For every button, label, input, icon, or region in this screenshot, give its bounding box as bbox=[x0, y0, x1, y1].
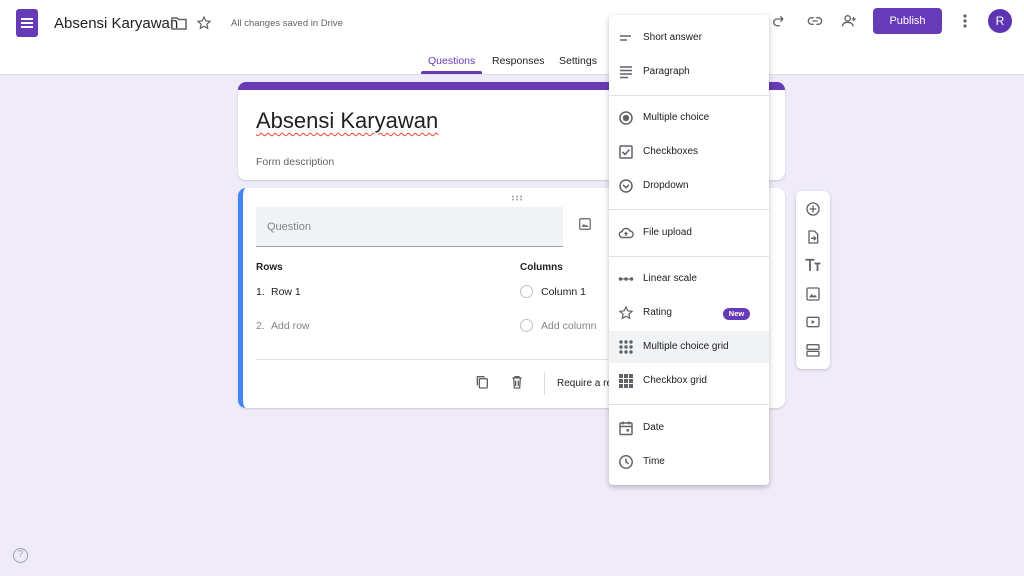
menu-item-label: Rating bbox=[643, 307, 672, 318]
top-bar: Absensi Karyawan All changes saved in Dr… bbox=[0, 0, 1024, 75]
row-index: 1. bbox=[256, 286, 265, 298]
menu-item-label: Multiple choice grid bbox=[643, 341, 729, 352]
menu-item-checkboxes[interactable]: Checkboxes bbox=[609, 136, 769, 168]
question-input[interactable]: Question bbox=[256, 207, 563, 247]
forms-logo-icon[interactable] bbox=[16, 9, 38, 37]
menu-divider bbox=[609, 95, 769, 96]
linear-scale-icon bbox=[618, 277, 634, 281]
menu-item-linear-scale[interactable]: Linear scale bbox=[609, 263, 769, 295]
menu-item-dropdown[interactable]: Dropdown bbox=[609, 170, 769, 202]
column-option[interactable]: Column 1 bbox=[541, 286, 586, 298]
menu-item-label: Short answer bbox=[643, 32, 702, 43]
footer-vertical-divider bbox=[544, 372, 545, 395]
menu-item-label: Paragraph bbox=[643, 66, 690, 77]
checkbox-grid-icon bbox=[619, 374, 633, 388]
add-section-icon[interactable] bbox=[805, 342, 821, 358]
menu-item-label: Time bbox=[643, 456, 665, 467]
add-title-icon[interactable] bbox=[804, 257, 822, 273]
menu-item-short-answer[interactable]: Short answer bbox=[609, 22, 769, 54]
menu-item-label: Checkboxes bbox=[643, 146, 699, 157]
avatar[interactable]: R bbox=[988, 9, 1012, 33]
menu-item-paragraph[interactable]: Paragraph bbox=[609, 56, 769, 88]
clock-icon bbox=[619, 455, 633, 469]
column-radio-icon bbox=[520, 285, 533, 298]
columns-label: Columns bbox=[520, 262, 563, 273]
form-title-heading[interactable]: Absensi Karyawan bbox=[256, 108, 438, 134]
menu-item-checkbox-grid[interactable]: Checkbox grid bbox=[609, 365, 769, 397]
menu-item-label: File upload bbox=[643, 227, 692, 238]
dropdown-icon bbox=[619, 179, 633, 193]
drag-handle-icon[interactable] bbox=[511, 195, 523, 201]
menu-item-label: Checkbox grid bbox=[643, 375, 707, 386]
side-toolbar bbox=[796, 191, 830, 369]
radio-icon bbox=[619, 111, 633, 125]
add-image-icon[interactable] bbox=[805, 286, 821, 302]
menu-divider bbox=[609, 209, 769, 210]
menu-item-label: Date bbox=[643, 422, 665, 433]
menu-item-date[interactable]: Date bbox=[609, 412, 769, 444]
grid-icon bbox=[619, 340, 633, 354]
link-icon[interactable] bbox=[806, 13, 824, 29]
menu-item-time[interactable]: Time bbox=[609, 446, 769, 478]
form-title[interactable]: Absensi Karyawan bbox=[54, 15, 178, 32]
redo-icon[interactable] bbox=[771, 13, 787, 29]
rows-label: Rows bbox=[256, 262, 283, 273]
menu-item-label: Dropdown bbox=[643, 180, 689, 191]
required-toggle-label[interactable]: Require a re bbox=[557, 378, 612, 389]
more-options-icon[interactable] bbox=[961, 13, 969, 29]
menu-item-multiple-choice[interactable]: Multiple choice bbox=[609, 102, 769, 134]
menu-item-label: Multiple choice bbox=[643, 112, 710, 123]
menu-item-label: Linear scale bbox=[643, 273, 697, 284]
menu-item-file-upload[interactable]: File upload bbox=[609, 217, 769, 249]
publish-button[interactable]: Publish bbox=[873, 8, 942, 34]
duplicate-icon[interactable] bbox=[474, 374, 490, 390]
delete-icon[interactable] bbox=[509, 374, 525, 390]
add-question-icon[interactable] bbox=[805, 201, 821, 217]
paragraph-icon bbox=[620, 66, 632, 79]
active-tab-indicator bbox=[421, 71, 482, 74]
checkbox-icon bbox=[619, 145, 633, 159]
add-row-button[interactable]: Add row bbox=[271, 320, 310, 332]
help-icon[interactable]: ? bbox=[13, 548, 28, 563]
card-footer-divider bbox=[256, 359, 608, 360]
save-status: All changes saved in Drive bbox=[231, 18, 343, 29]
row-option[interactable]: Row 1 bbox=[271, 286, 301, 298]
folder-icon[interactable] bbox=[171, 16, 187, 30]
tab-responses[interactable]: Responses bbox=[492, 55, 545, 67]
menu-divider bbox=[609, 256, 769, 257]
menu-item-rating[interactable]: Rating New bbox=[609, 297, 769, 329]
star-icon[interactable] bbox=[196, 15, 212, 31]
form-description-field[interactable]: Form description bbox=[256, 156, 334, 168]
question-type-menu: Short answer Paragraph Multiple choice C… bbox=[609, 15, 769, 485]
cloud-upload-icon bbox=[618, 227, 634, 239]
menu-divider bbox=[609, 404, 769, 405]
tab-questions[interactable]: Questions bbox=[428, 55, 475, 67]
add-video-icon[interactable] bbox=[805, 314, 821, 330]
row-index: 2. bbox=[256, 320, 265, 332]
import-questions-icon[interactable] bbox=[805, 229, 821, 245]
add-collaborator-icon[interactable] bbox=[840, 13, 858, 29]
star-icon bbox=[618, 305, 634, 320]
menu-item-multiple-choice-grid[interactable]: Multiple choice grid bbox=[609, 331, 769, 363]
add-image-icon[interactable] bbox=[578, 217, 592, 231]
short-answer-icon bbox=[620, 35, 631, 41]
calendar-icon bbox=[619, 421, 633, 436]
add-column-button[interactable]: Add column bbox=[541, 320, 596, 332]
new-badge: New bbox=[723, 308, 750, 320]
column-radio-icon bbox=[520, 319, 533, 332]
tab-settings[interactable]: Settings bbox=[559, 55, 597, 67]
